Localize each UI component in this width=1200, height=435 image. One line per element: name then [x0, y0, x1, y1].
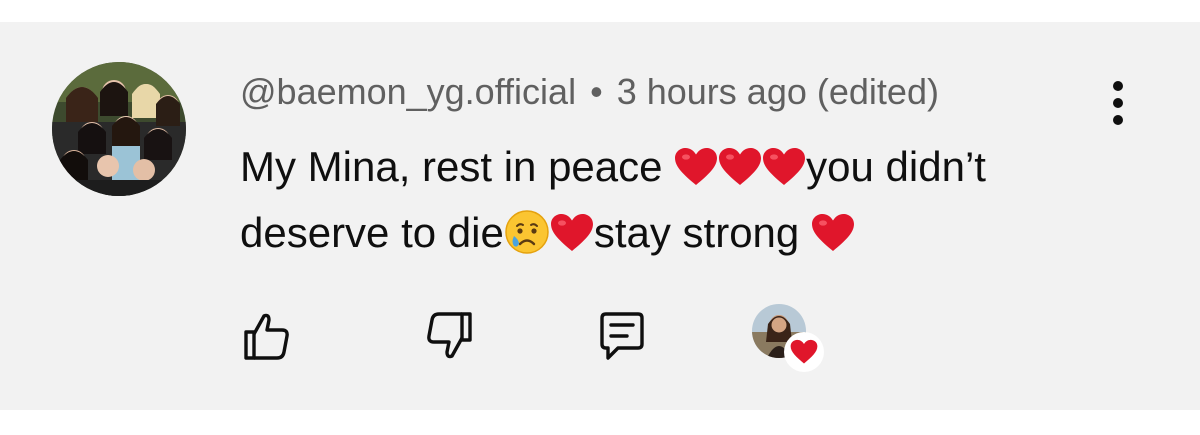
red-heart-emoji: [762, 147, 806, 187]
comment-text-part1: My Mina, rest in peace: [240, 143, 675, 190]
crying-face-emoji: [504, 209, 550, 255]
like-button[interactable]: [238, 308, 294, 364]
creator-heart: [752, 304, 824, 372]
creator-heart-icon: [784, 332, 824, 372]
comment-body: My Mina, rest in peace you didn’t deserv…: [240, 134, 1140, 266]
red-heart-emoji: [674, 147, 718, 187]
reply-button[interactable]: [594, 308, 650, 364]
red-heart-emoji: [550, 213, 594, 253]
comment-text-part3: stay strong: [593, 209, 811, 256]
thumbs-up-icon: [244, 313, 289, 360]
kebab-menu-icon[interactable]: [1098, 78, 1138, 128]
edited-label: (edited): [816, 71, 939, 112]
red-heart-emoji: [718, 147, 762, 187]
thumbs-down-icon: [427, 312, 472, 359]
dislike-button[interactable]: [422, 308, 478, 364]
author-avatar[interactable]: [52, 62, 186, 196]
comment-timestamp[interactable]: 3 hours ago: [617, 71, 807, 112]
group-photo-image: [52, 62, 186, 196]
reply-comment-icon: [600, 312, 644, 360]
comment-card: @baemon_yg.official • 3 hours ago (edite…: [0, 22, 1200, 410]
author-handle[interactable]: @baemon_yg.official: [240, 71, 576, 112]
meta-separator: •: [590, 71, 603, 112]
comment-meta: @baemon_yg.official • 3 hours ago (edite…: [240, 70, 939, 114]
red-heart-emoji: [811, 213, 855, 253]
